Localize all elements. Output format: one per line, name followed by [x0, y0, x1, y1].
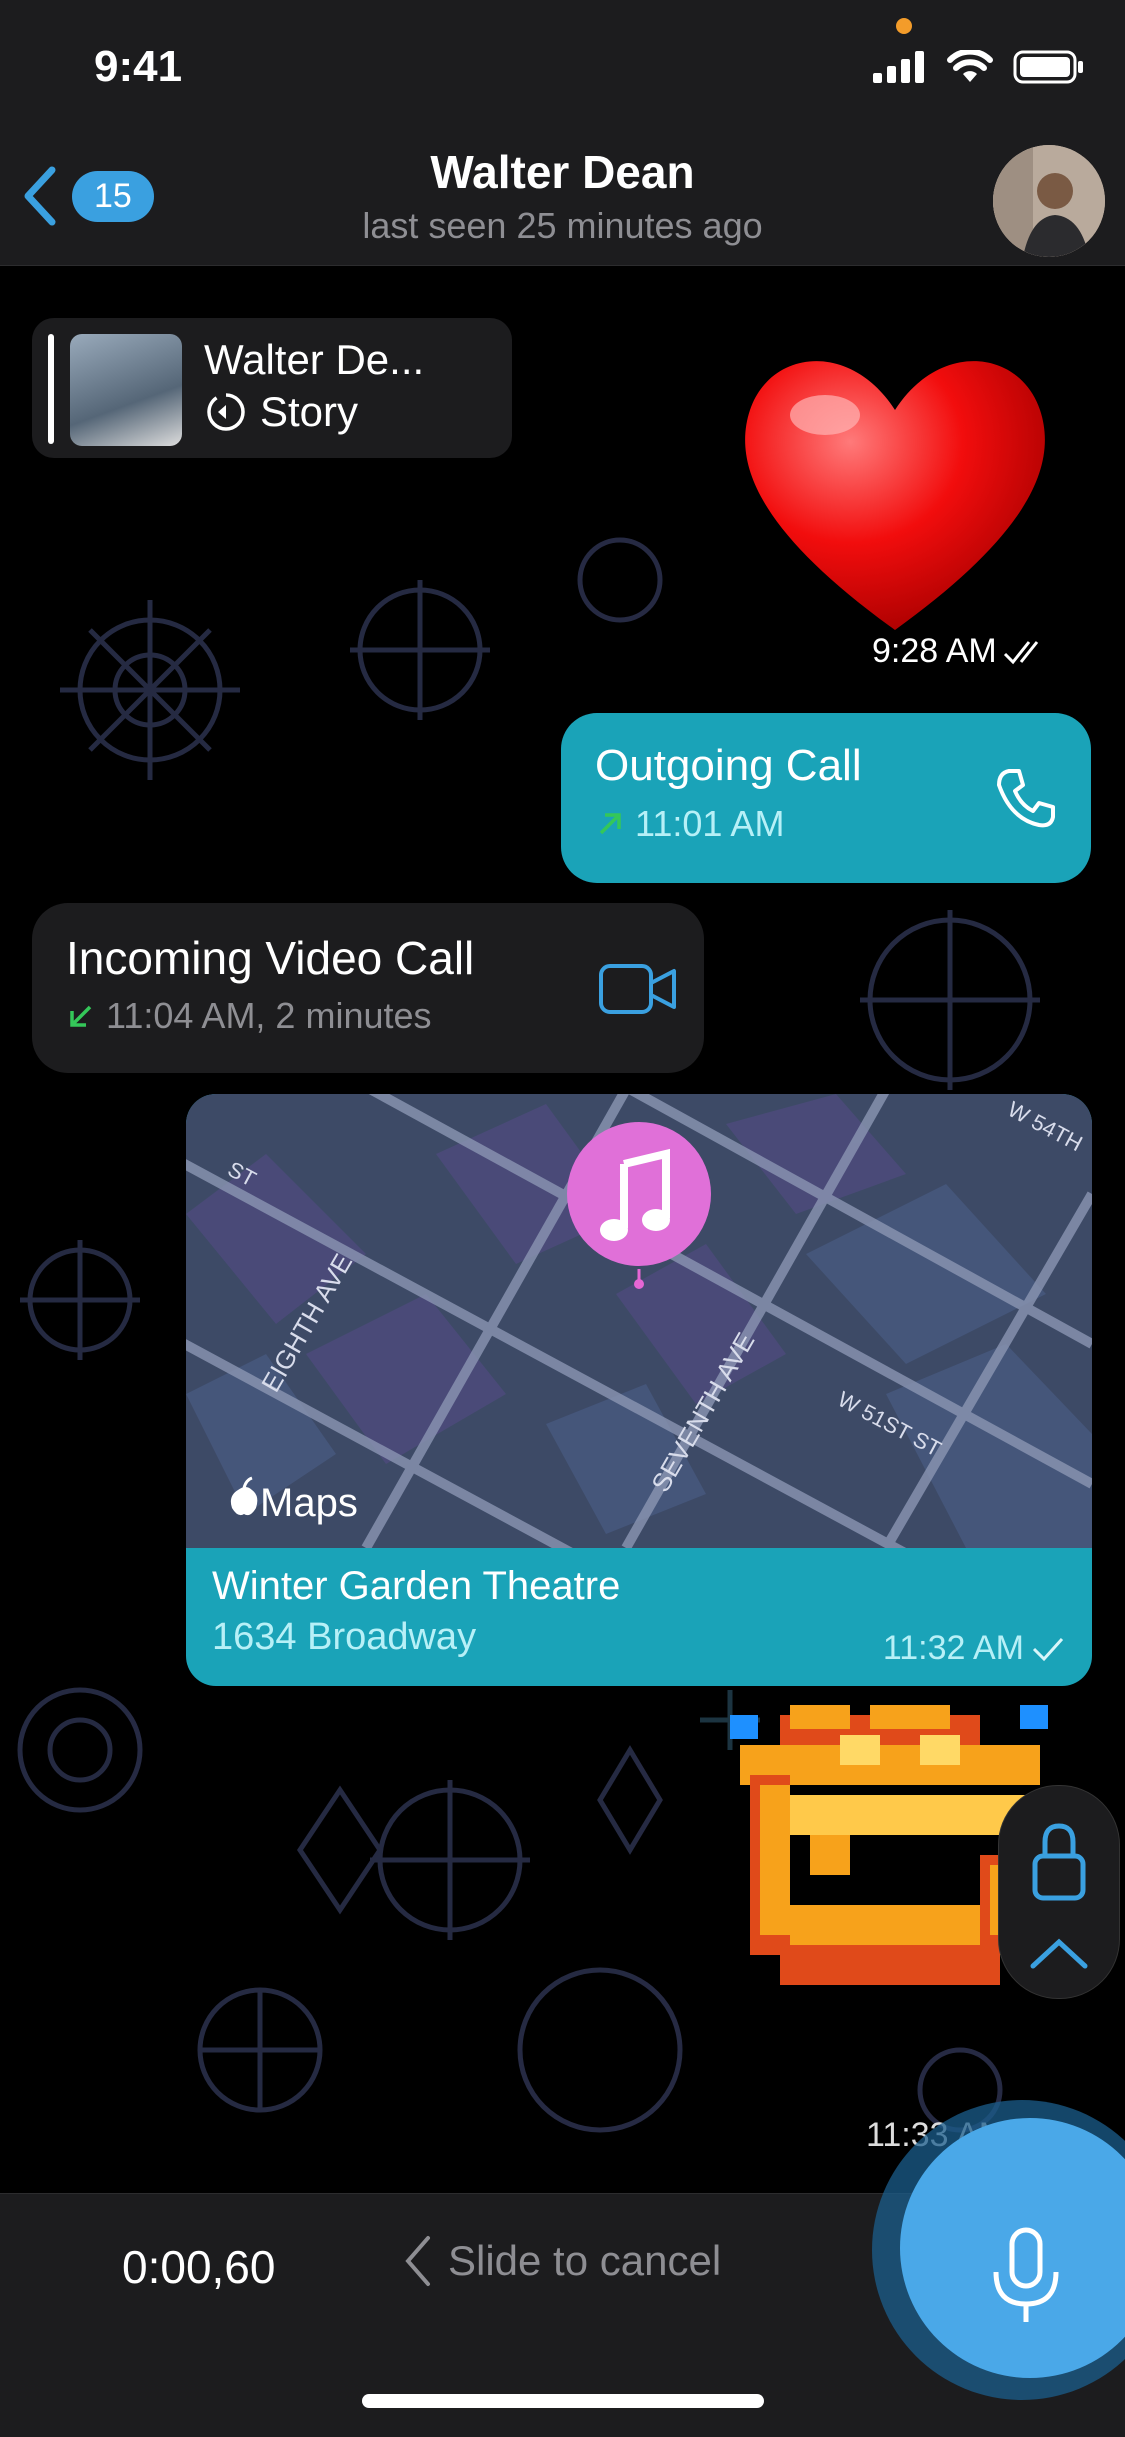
avatar[interactable] [993, 145, 1105, 257]
slide-to-cancel-text: Slide to cancel [448, 2237, 722, 2284]
recording-lock-control[interactable] [998, 1785, 1120, 1999]
incoming-arrow-icon [70, 1005, 92, 1027]
home-indicator [362, 2394, 764, 2408]
battery-icon [1013, 50, 1083, 84]
video-camera-icon[interactable] [598, 963, 678, 1015]
navigation-header: 9:41 15 Walter Dean last seen 25 minutes… [0, 0, 1125, 266]
reply-accent-bar [48, 334, 54, 444]
read-checkmarks-icon [1003, 640, 1038, 664]
wifi-icon [947, 50, 993, 82]
maps-brand-text: Maps [260, 1481, 358, 1525]
incoming-video-call-message[interactable]: Incoming Video Call 11:04 AM, 2 minutes [32, 903, 704, 1073]
map-preview[interactable]: ST EIGHTH AVE SEVENTH AVE W 51ST ST W 54… [186, 1094, 1092, 1548]
slide-to-cancel[interactable]: Slide to cancel [404, 2234, 721, 2288]
location-timestamp: 11:32 AM [883, 1629, 1066, 1668]
privacy-indicator [896, 18, 912, 34]
story-icon [207, 393, 245, 431]
story-author: Walter De... [204, 336, 425, 383]
outgoing-call-message[interactable]: Outgoing Call 11:01 AM [561, 713, 1091, 883]
chevron-left-icon [405, 2236, 430, 2286]
story-reply-message[interactable]: Walter De... Story [32, 318, 512, 458]
heart-timestamp: 9:28 AM [872, 632, 1049, 671]
heart-time-text: 9:28 AM [872, 632, 997, 670]
outgoing-arrow-icon [599, 813, 621, 835]
outgoing-call-label: Outgoing Call [595, 741, 862, 790]
chevron-up-icon [1030, 1938, 1088, 1969]
recording-timer: 0:00,60 [122, 2241, 276, 2293]
phone-icon[interactable] [991, 763, 1061, 833]
status-icons [873, 50, 1085, 84]
story-label: Story [204, 388, 358, 436]
place-name: Winter Garden Theatre [212, 1564, 621, 1608]
outgoing-call-time: 11:01 AM [635, 803, 785, 844]
last-seen-status: last seen 25 minutes ago [362, 205, 763, 246]
incoming-call-time: 11:04 AM, 2 minutes [106, 995, 432, 1036]
heart-emoji[interactable] [730, 330, 1060, 650]
sent-checkmark-icon [1032, 1637, 1064, 1661]
story-thumbnail [70, 334, 182, 446]
outgoing-call-meta: 11:01 AM [595, 803, 784, 845]
signal-icon [873, 51, 924, 83]
location-time-text: 11:32 AM [882, 1629, 1024, 1667]
story-text: Story [260, 388, 359, 435]
place-address: 1634 Broadway [212, 1616, 477, 1658]
status-time: 9:41 [94, 42, 183, 91]
lock-icon [1032, 1823, 1086, 1901]
location-message[interactable]: ST EIGHTH AVE SEVENTH AVE W 51ST ST W 54… [186, 1094, 1092, 1686]
microphone-icon [993, 2227, 1059, 2322]
incoming-call-meta: 11:04 AM, 2 minutes [66, 995, 432, 1037]
chat-title[interactable]: Walter Dean [0, 145, 1125, 199]
incoming-call-label: Incoming Video Call [66, 932, 475, 984]
